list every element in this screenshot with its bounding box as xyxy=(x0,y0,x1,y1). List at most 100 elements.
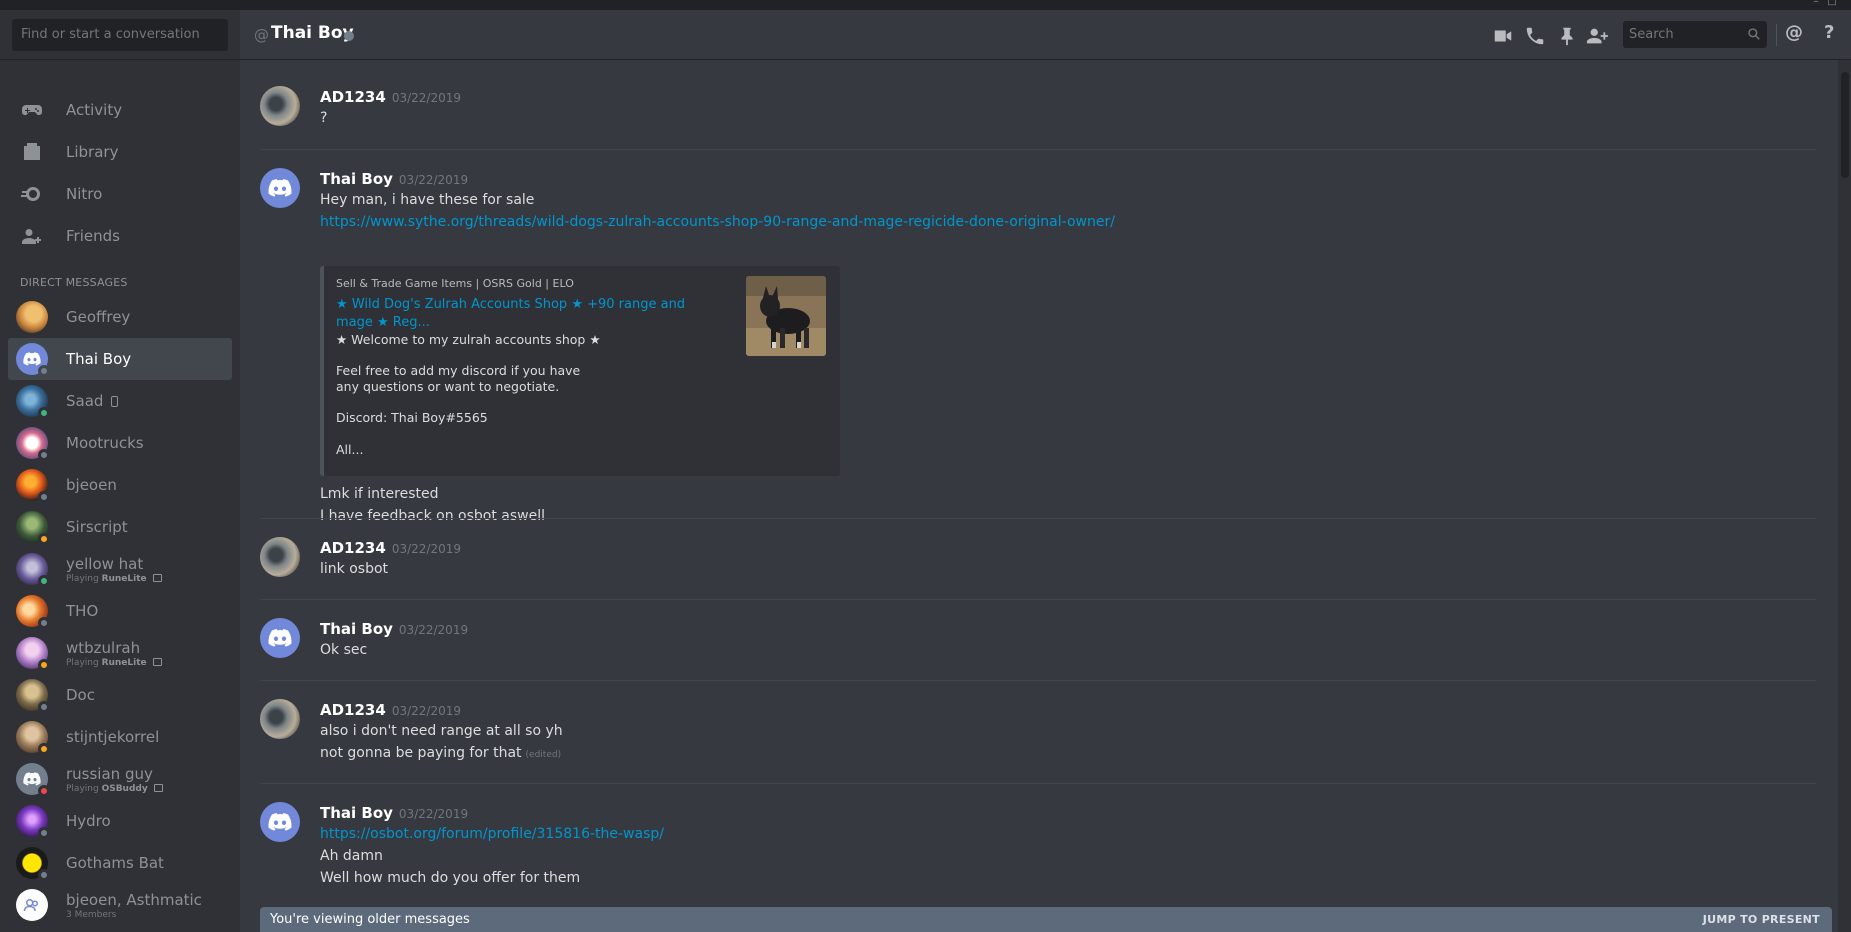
dm-item-thai-boy[interactable]: Thai Boy xyxy=(8,338,232,380)
dm-activity: Playing OSBuddy xyxy=(66,783,163,794)
dm-name: Gothams Bat xyxy=(66,854,164,872)
mentions-icon[interactable]: @ xyxy=(1785,22,1807,44)
dm-item-saad[interactable]: Saad xyxy=(8,380,232,422)
dm-name: Sirscript xyxy=(66,518,128,536)
discord-logo-icon xyxy=(268,179,292,197)
discord-logo-icon xyxy=(268,813,292,831)
scrollbar-track[interactable] xyxy=(1838,60,1851,932)
dm-item-bjeoen-asthmatic[interactable]: bjeoen, Asthmatic 3 Members xyxy=(8,884,232,926)
rich-presence-icon xyxy=(153,783,163,792)
dm-item-gothams-bat[interactable]: Gothams Bat xyxy=(8,842,232,884)
status-indicator xyxy=(38,701,50,713)
embed-provider: Sell & Trade Game Items | OSRS Gold | EL… xyxy=(336,277,574,290)
video-call-icon[interactable] xyxy=(1492,25,1514,47)
nav-item-activity[interactable]: Activity xyxy=(8,89,232,131)
message-divider xyxy=(260,149,1816,150)
message-author[interactable]: AD1234 03/22/2019 xyxy=(320,88,461,106)
message-author[interactable]: Thai Boy 03/22/2019 xyxy=(320,620,468,638)
avatar-thai-boy[interactable] xyxy=(260,618,300,658)
message-author[interactable]: AD1234 03/22/2019 xyxy=(320,539,461,557)
avatar xyxy=(16,469,50,503)
embed-description: ★ Welcome to my zulrah accounts shop ★ xyxy=(336,332,601,347)
dm-text: wtbzulrah Playing RuneLite xyxy=(66,639,162,668)
avatar xyxy=(16,385,50,419)
avatar xyxy=(16,343,50,377)
message-link[interactable]: https://osbot.org/forum/profile/315816-t… xyxy=(320,826,664,842)
avatar-ad1234[interactable] xyxy=(260,86,300,126)
message-author[interactable]: Thai Boy 03/22/2019 xyxy=(320,170,468,188)
channel-title: Thai Boy xyxy=(271,23,354,43)
message-author[interactable]: AD1234 03/22/2019 xyxy=(320,701,461,719)
header-separator xyxy=(1776,24,1777,46)
discord-logo-icon xyxy=(23,772,41,786)
status-indicator xyxy=(38,491,50,503)
avatar xyxy=(16,679,50,713)
maximize-icon[interactable]: □ xyxy=(1825,0,1839,9)
status-indicator xyxy=(38,575,50,587)
message-divider xyxy=(260,599,1816,600)
dm-text: bjeoen, Asthmatic 3 Members xyxy=(66,891,202,920)
find-conversation-input[interactable]: Find or start a conversation xyxy=(12,19,228,51)
dm-item-hydro[interactable]: Hydro xyxy=(8,800,232,842)
message-timestamp: 03/22/2019 xyxy=(398,623,469,637)
dm-text: Saad xyxy=(66,392,119,410)
embed-description: Feel free to add my discord if you have xyxy=(336,363,581,378)
minimize-icon[interactable]: – xyxy=(1809,0,1823,9)
dm-item-geoffrey[interactable]: Geoffrey xyxy=(8,296,232,338)
voice-call-icon[interactable] xyxy=(1524,25,1546,47)
link-embed: Sell & Trade Game Items | OSRS Gold | EL… xyxy=(320,266,840,476)
nav-item-nitro[interactable]: Nitro xyxy=(8,173,232,215)
avatar-thai-boy[interactable] xyxy=(260,802,300,842)
message-divider xyxy=(260,680,1816,681)
scrollbar-thumb[interactable] xyxy=(1841,72,1849,178)
dm-item-stijntjekorrel[interactable]: stijntjekorrel xyxy=(8,716,232,758)
dm-text: stijntjekorrel xyxy=(66,728,159,746)
dm-text: Geoffrey xyxy=(66,308,130,326)
message-text: Hey man, i have these for sale xyxy=(320,192,535,208)
dm-item-mootrucks[interactable]: Mootrucks xyxy=(8,422,232,464)
status-indicator xyxy=(38,449,50,461)
dm-item-bjeoen[interactable]: bjeoen xyxy=(8,464,232,506)
add-friend-icon[interactable] xyxy=(1586,25,1608,47)
search-placeholder: Search xyxy=(1629,27,1674,42)
dm-text: Doc xyxy=(66,686,95,704)
avatar-thai-boy[interactable] xyxy=(260,168,300,208)
embed-title-link[interactable]: ★ Wild Dog's Zulrah Accounts Shop ★ +90 … xyxy=(336,296,706,332)
header-search-input[interactable]: Search xyxy=(1623,21,1767,48)
jump-to-present-button[interactable]: JUMP TO PRESENT xyxy=(1703,913,1820,926)
pin-icon[interactable] xyxy=(1556,25,1578,47)
dm-text: Hydro xyxy=(66,812,111,830)
message-divider xyxy=(260,783,1816,784)
dm-name: THO xyxy=(66,602,99,620)
avatar xyxy=(16,637,50,671)
dm-item-doc[interactable]: Doc xyxy=(8,674,232,716)
message-author[interactable]: Thai Boy 03/22/2019 xyxy=(320,804,468,822)
dm-item-sirscript[interactable]: Sirscript xyxy=(8,506,232,548)
dm-item-yellow-hat[interactable]: yellow hat Playing RuneLite xyxy=(8,548,232,590)
nav-label: Library xyxy=(66,143,119,161)
direct-messages-header: DIRECT MESSAGES xyxy=(20,276,128,289)
avatar xyxy=(16,595,50,629)
embed-thumbnail-dog-image[interactable] xyxy=(746,276,826,356)
avatar xyxy=(16,553,50,587)
avatar-ad1234[interactable] xyxy=(260,699,300,739)
older-messages-label: You're viewing older messages xyxy=(270,912,470,927)
nav-item-library[interactable]: Library xyxy=(8,131,232,173)
nav-item-friends[interactable]: Friends xyxy=(8,215,232,257)
help-icon[interactable]: ? xyxy=(1824,22,1846,44)
dm-name: Geoffrey xyxy=(66,308,131,326)
avatar-ad1234[interactable] xyxy=(260,537,300,577)
status-indicator xyxy=(38,869,50,881)
avatar xyxy=(16,805,50,839)
dm-item-tho[interactable]: THO xyxy=(8,590,232,632)
library-icon xyxy=(18,138,46,166)
dm-text: Gothams Bat xyxy=(66,854,164,872)
message-list[interactable]: AD1234 03/22/2019 ? Thai Boy 03/22/2019 He… xyxy=(240,60,1838,932)
message-timestamp: 03/22/2019 xyxy=(398,173,469,187)
dm-item-wtbzulrah[interactable]: wtbzulrah Playing RuneLite xyxy=(8,632,232,674)
message-divider xyxy=(260,518,1816,519)
dm-item-russian-guy[interactable]: russian guy Playing OSBuddy xyxy=(8,758,232,800)
message-link[interactable]: https://www.sythe.org/threads/wild-dogs-… xyxy=(320,214,1115,230)
status-indicator xyxy=(38,827,50,839)
search-icon xyxy=(1748,28,1760,40)
